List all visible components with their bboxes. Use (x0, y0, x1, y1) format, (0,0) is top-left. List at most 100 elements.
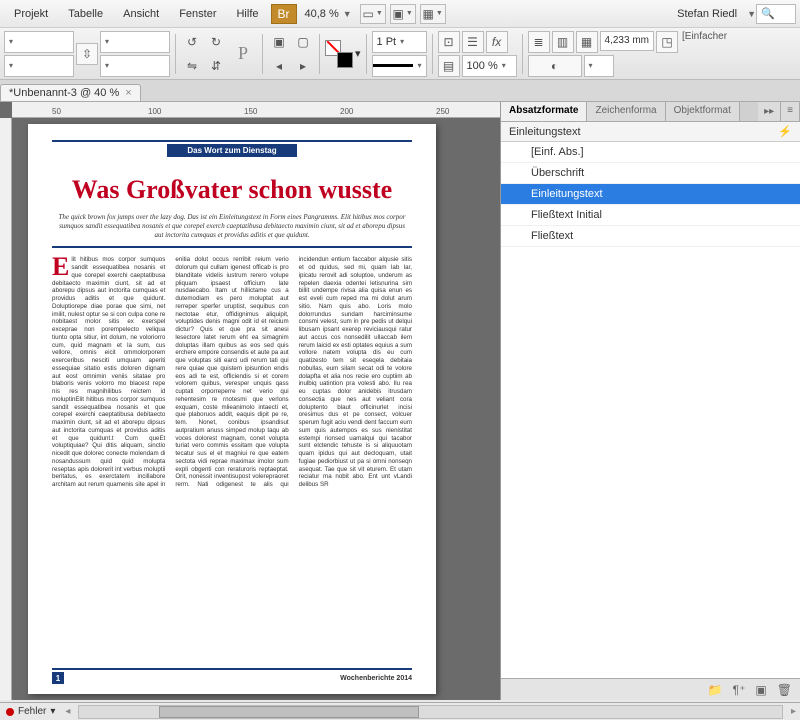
panel-footer: 📁 ¶⁺ ▣ 🗑 (501, 678, 800, 700)
section-banner: Das Wort zum Dienstag (167, 144, 297, 157)
height-field[interactable]: ▾ (100, 55, 170, 77)
trash-icon[interactable]: 🗑 (777, 683, 792, 697)
scrollbar-thumb[interactable] (159, 706, 419, 718)
styles-panel: Absatzformate Zeichenforma Objektformat … (500, 102, 800, 700)
preflight-errors[interactable]: Fehler ▾ (0, 706, 61, 717)
select-content-icon[interactable]: ▢ (292, 31, 314, 53)
horizontal-scrollbar[interactable] (78, 705, 783, 719)
y-coord-field[interactable]: ▾ (4, 55, 74, 77)
zoom-value: 40,8 % (305, 8, 339, 20)
corner-radius-field[interactable]: 4,233 mm (600, 31, 654, 51)
auto-fit-icon[interactable]: ⊡ (438, 31, 460, 53)
search-input[interactable]: 🔍 (756, 4, 796, 24)
effects-icon[interactable]: ▦ (576, 31, 598, 53)
close-icon[interactable]: × (125, 87, 131, 99)
link-dimensions-icon[interactable]: ⇳ (76, 43, 98, 65)
ruler-mark: 100 (148, 107, 161, 116)
select-prev-icon[interactable]: ◂ (268, 55, 290, 77)
style-item[interactable]: Überschrift (501, 163, 800, 184)
menu-tabelle[interactable]: Tabelle (58, 4, 113, 24)
new-group-icon[interactable]: ¶⁺ (733, 683, 746, 697)
style-list: [Einf. Abs.] Überschrift Einleitungstext… (501, 142, 800, 678)
menu-hilfe[interactable]: Hilfe (226, 4, 268, 24)
ruler-mark: 250 (436, 107, 449, 116)
rule-top (52, 140, 412, 142)
arrange-icon[interactable]: ▦▼ (420, 4, 446, 24)
panel-collapse-button[interactable]: ▸▸ (758, 102, 781, 121)
page[interactable]: Das Wort zum Dienstag Was Großvater scho… (28, 124, 436, 694)
menu-ansicht[interactable]: Ansicht (113, 4, 169, 24)
document-tab[interactable]: *Unbenannt-3 @ 40 % × (0, 84, 141, 101)
user-label: Stefan Riedl (667, 8, 747, 20)
corner-shape-icon[interactable]: ◳ (656, 31, 678, 53)
stroke-style-select[interactable]: ▾ (372, 55, 427, 77)
preset-label: [Einfacher (680, 31, 727, 53)
paragraph-mark-icon[interactable]: P (229, 43, 257, 65)
body-text: lit hitibus mos corpor sumquos sandit es… (52, 256, 412, 488)
line-style-icon (373, 64, 413, 67)
ruler-mark: 200 (340, 107, 353, 116)
clear-override-icon[interactable]: ⚡ (778, 125, 792, 138)
style-item-selected[interactable]: Einleitungstext (501, 184, 800, 205)
style-item[interactable]: [Einf. Abs.] (501, 142, 800, 163)
formula-icon[interactable]: fx (486, 31, 508, 53)
ruler-mark: 50 (52, 107, 61, 116)
error-dot-icon (6, 708, 14, 716)
chevron-down-icon: ▾ (50, 706, 55, 717)
document-tab-title: *Unbenannt-3 @ 40 % (9, 87, 119, 99)
text-wrap-icon[interactable]: ≣ (528, 31, 550, 53)
search-icon: 🔍 (761, 7, 775, 20)
vertical-ruler[interactable] (0, 118, 12, 700)
balance-columns-icon[interactable]: ☰ (462, 31, 484, 53)
errors-label: Fehler (18, 706, 46, 717)
rule-mid (52, 246, 412, 248)
current-style-name: Einleitungstext (509, 126, 581, 138)
intro-text: The quick brown fox jumps over the lazy … (58, 213, 406, 240)
menu-fenster[interactable]: Fenster (169, 4, 226, 24)
zoom-select[interactable]: 40,8 % ▼ (299, 6, 358, 22)
stroke-weight-select[interactable]: 1 Pt▾ (372, 31, 427, 53)
scroll-left-icon[interactable]: ◂ (61, 706, 74, 717)
panel-menu-button[interactable]: ≡ (781, 102, 800, 121)
view-mode-icon[interactable]: ▭▼ (360, 4, 386, 24)
headline: Was Großvater schon wusste (52, 175, 412, 205)
flip-v-icon[interactable]: ⇵ (205, 55, 227, 77)
tab-zeichenformate[interactable]: Zeichenforma (587, 102, 665, 121)
screen-mode-icon[interactable]: ▣▼ (390, 4, 416, 24)
new-style-icon[interactable]: ▣ (755, 683, 766, 697)
tab-absatzformate[interactable]: Absatzformate (501, 102, 587, 121)
body-columns: Elit hitibus mos corpor sumquos sandit e… (52, 256, 412, 676)
status-bar: Fehler ▾ ◂ ▸ (0, 702, 800, 720)
bridge-icon[interactable]: Br (271, 4, 297, 24)
rotate-cw-icon[interactable]: ↻ (205, 31, 227, 53)
folder-icon[interactable]: 📁 (708, 683, 723, 697)
tab-objektformate[interactable]: Objektformat (666, 102, 740, 121)
chevron-down-icon: ▼ (343, 9, 352, 19)
opacity-select[interactable]: ▾ (584, 55, 614, 77)
drop-shadow-icon[interactable]: ◐ (528, 55, 582, 77)
page-footer: 1 Wochenberichte 2014 (52, 668, 412, 684)
menu-icon: ≡ (787, 105, 793, 116)
x-coord-field[interactable]: ▾ (4, 31, 74, 53)
rotate-ccw-icon[interactable]: ↺ (181, 31, 203, 53)
control-toolbar: ▾ ▾ ⇳ ▾ ▾ ↺ ↻ ⇋ ⇵ P ▣ ▢ ◂ ▸ ▾ (0, 28, 800, 80)
chevron-down-icon[interactable]: ▼ (747, 9, 756, 19)
width-field[interactable]: ▾ (100, 31, 170, 53)
horizontal-ruler[interactable]: 50 100 150 200 250 (12, 102, 500, 118)
style-item[interactable]: Fließtext Initial (501, 205, 800, 226)
panel-tab-bar: Absatzformate Zeichenforma Objektformat … (501, 102, 800, 122)
chevron-right-icon: ▸▸ (764, 106, 774, 117)
vertical-justify-icon[interactable]: ▤ (438, 55, 460, 77)
flip-h-icon[interactable]: ⇋ (181, 55, 203, 77)
chevron-down-icon[interactable]: ▾ (355, 47, 361, 60)
document-canvas[interactable]: 50 100 150 200 250 Das Wort zum Dienstag… (0, 102, 500, 700)
scroll-right-icon[interactable]: ▸ (787, 706, 800, 717)
style-item[interactable]: Fließtext (501, 226, 800, 247)
ruler-mark: 150 (244, 107, 257, 116)
select-container-icon[interactable]: ▣ (268, 31, 290, 53)
zoom-field[interactable]: 100 %▾ (462, 55, 517, 77)
columns-icon[interactable]: ▥ (552, 31, 574, 53)
menu-projekt[interactable]: Projekt (4, 4, 58, 24)
stroke-color-swatch[interactable] (337, 52, 353, 68)
select-next-icon[interactable]: ▸ (292, 55, 314, 77)
